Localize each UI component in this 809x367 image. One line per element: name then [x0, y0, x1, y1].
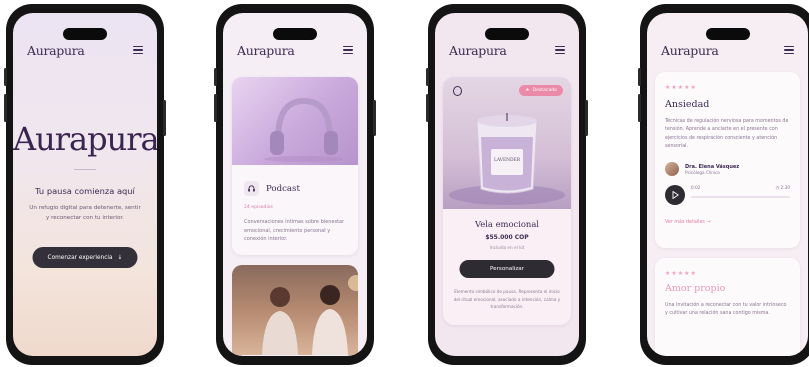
product-title: Vela emocional [475, 219, 539, 229]
progress-track[interactable]: 0:02 ◷ 2:30 [691, 185, 790, 205]
topic-description: Técnicas de regulación nerviosa para mom… [665, 119, 789, 149]
headphones-image [232, 77, 358, 165]
conversation-card-image[interactable] [232, 265, 358, 355]
author-name: Dra. Elena Vásquez [685, 163, 740, 170]
arrow-right-icon: → [706, 220, 711, 225]
hamburger-menu-icon[interactable] [133, 46, 143, 54]
time-current: 0:02 [691, 185, 701, 190]
self-love-card[interactable]: ★★★★★ Amor propio Una invitación a recon… [655, 258, 800, 356]
rating-stars: ★★★★★ [665, 270, 697, 277]
top-bar: Aurapura [647, 37, 808, 63]
candle-label: LAVENDER [494, 158, 521, 163]
see-more-link[interactable]: Ver más detalles → [665, 220, 711, 225]
podcast-card[interactable]: Podcast 24 episodios Conversaciones ínti… [232, 77, 358, 255]
audio-player: 0:02 ◷ 2:30 [665, 184, 790, 206]
dynamic-island [273, 28, 317, 40]
phone-frame-product: Aurapura LAVENDER ★ Destacado Vela emoci… [426, 4, 588, 365]
rating-stars: ★★★★★ [665, 84, 697, 91]
play-icon [672, 191, 679, 199]
brand-logo[interactable]: Aurapura [237, 43, 295, 58]
two-women-illustration [262, 275, 358, 355]
headphones-icon [244, 181, 259, 196]
topic-description: Una invitación a reconectar con tu valor… [665, 303, 787, 317]
podcast-title: Podcast [266, 183, 300, 194]
phone-frame-home: Aurapura Aurapura Tu pausa comienza aquí… [4, 4, 166, 365]
top-bar: Aurapura [435, 37, 579, 63]
product-screen: Aurapura LAVENDER ★ Destacado Vela emoci… [435, 13, 579, 356]
start-experience-button[interactable]: Comenzar experiencia ↓ [32, 247, 138, 268]
home-screen: Aurapura Aurapura Tu pausa comienza aquí… [13, 13, 157, 356]
time-total-value: 2:30 [780, 185, 790, 190]
top-bar: Aurapura [13, 37, 157, 63]
author-role: Psicóloga Clínica [685, 169, 720, 175]
hero-logo: Aurapura [13, 120, 157, 158]
hamburger-menu-icon[interactable] [555, 46, 565, 54]
product-description: Elemento simbólico de pausa. Representa … [453, 289, 561, 309]
brand-logo[interactable]: Aurapura [27, 43, 85, 58]
product-card: LAVENDER ★ Destacado Vela emocional $55.… [443, 77, 571, 325]
flame-icon [453, 86, 462, 96]
phone-frame-content: Aurapura Podcast 24 episodios Conversaci… [214, 4, 376, 365]
podcast-description: Conversaciones íntimas sobre bienestar e… [244, 219, 345, 242]
dynamic-island [485, 28, 529, 40]
author-row: Dra. Elena Vásquez Psicóloga Clínica [665, 162, 739, 176]
avatar [665, 162, 679, 176]
featured-badge: ★ Destacado [519, 85, 563, 96]
featured-badge-label: Destacado [532, 88, 557, 93]
headphones-illustration [264, 97, 344, 162]
play-button[interactable] [665, 185, 685, 205]
episode-count: 24 episodios [244, 205, 273, 210]
start-experience-label: Comenzar experiencia [47, 254, 113, 261]
anxiety-card[interactable]: ★★★★★ Ansiedad Técnicas de regulación ne… [655, 72, 800, 248]
divider [74, 169, 96, 170]
brand-logo[interactable]: Aurapura [661, 43, 719, 58]
personalize-button[interactable]: Personalizar [459, 260, 555, 278]
topic-title: Amor propio [665, 283, 726, 294]
hamburger-menu-icon[interactable] [784, 46, 794, 54]
content-screen: Aurapura Podcast 24 episodios Conversaci… [223, 13, 367, 356]
library-screen: Aurapura ★★★★★ Ansiedad Técnicas de regu… [647, 13, 808, 356]
topic-title: Ansiedad [665, 99, 710, 110]
podcast-header: Podcast [244, 181, 300, 196]
top-bar: Aurapura [223, 37, 367, 63]
hamburger-menu-icon[interactable] [343, 46, 353, 54]
time-total: ◷ 2:30 [776, 185, 790, 190]
brand-logo[interactable]: Aurapura [449, 43, 507, 58]
progress-bar [691, 196, 790, 198]
see-more-label: Ver más detalles [665, 220, 705, 225]
dynamic-island [63, 28, 107, 40]
dynamic-island [705, 28, 750, 40]
arrow-down-icon: ↓ [117, 254, 123, 261]
candle-image: LAVENDER ★ Destacado [443, 77, 571, 209]
phone-frame-library: Aurapura ★★★★★ Ansiedad Técnicas de regu… [638, 4, 809, 365]
hero-tagline: Tu pausa comienza aquí [35, 186, 135, 196]
star-icon: ★ [525, 88, 530, 93]
product-note: Incluida en el kit [489, 245, 525, 250]
hero-subline: Un refugio digital para detenerte, senti… [29, 205, 141, 221]
candle-illustration: LAVENDER [449, 113, 565, 205]
product-price: $55.000 COP [485, 234, 529, 241]
